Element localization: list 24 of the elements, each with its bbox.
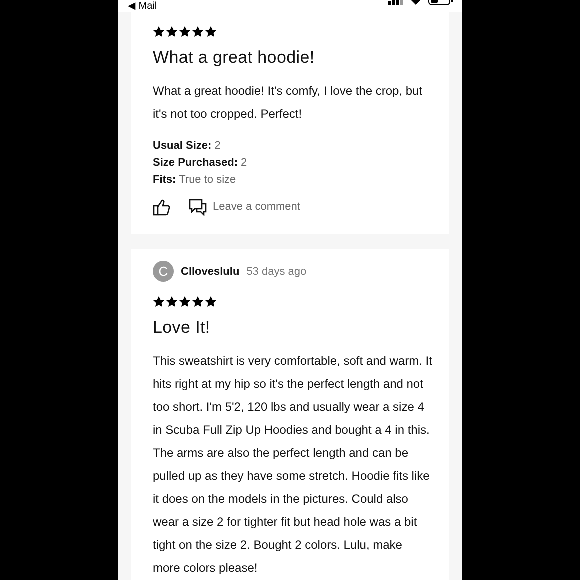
star-icon [192, 296, 204, 308]
review-title: Love It! [153, 318, 212, 338]
avatar: C [153, 261, 174, 282]
size-detail: Size Purchased: 2 [153, 156, 248, 171]
review-title: What a great hoodie! [153, 48, 316, 68]
reviewer-name: Clloveslulu [181, 266, 240, 278]
review-date: 53 days ago [246, 266, 307, 278]
star-icon [153, 26, 165, 38]
size-detail: Usual Size: 2 [153, 139, 221, 154]
star-icon [205, 26, 217, 38]
star-icon [179, 296, 191, 308]
star-icon [153, 296, 165, 308]
comment-button[interactable]: Leave a comment [189, 198, 300, 216]
star-icon [166, 296, 178, 308]
star-icon [179, 26, 191, 38]
comment-icon [189, 198, 207, 216]
star-icon [205, 296, 217, 308]
review-text: What a great hoodie! It's comfy, I love the crop, but it's not too cropped. Perfect! [153, 83, 424, 123]
star-icon [166, 26, 178, 38]
thumbs-up-icon[interactable] [153, 198, 171, 216]
review-text: This sweatshirt is very comfortable, soft and warm. It hits right at my hip so it's the perfect length and not too short. I'm 5'2, 120 lbs and usually wear a size 4 in Scuba Full Zip Up Hoodies and bought a 4 in this. The arms are also the perfect length and can be pulled up as they have some stretch. Hoodie fits like it does on the models in the pictures. Could also wear a size 2 for tighter fit but head hole was a bit tight on the size 2. Bought 2 colors. Lulu, make more colors please! [153, 353, 433, 577]
star-icon [192, 26, 204, 38]
back-link[interactable]: ◀ Mail [128, 0, 158, 12]
size-detail: Fits: True to size [153, 173, 236, 188]
